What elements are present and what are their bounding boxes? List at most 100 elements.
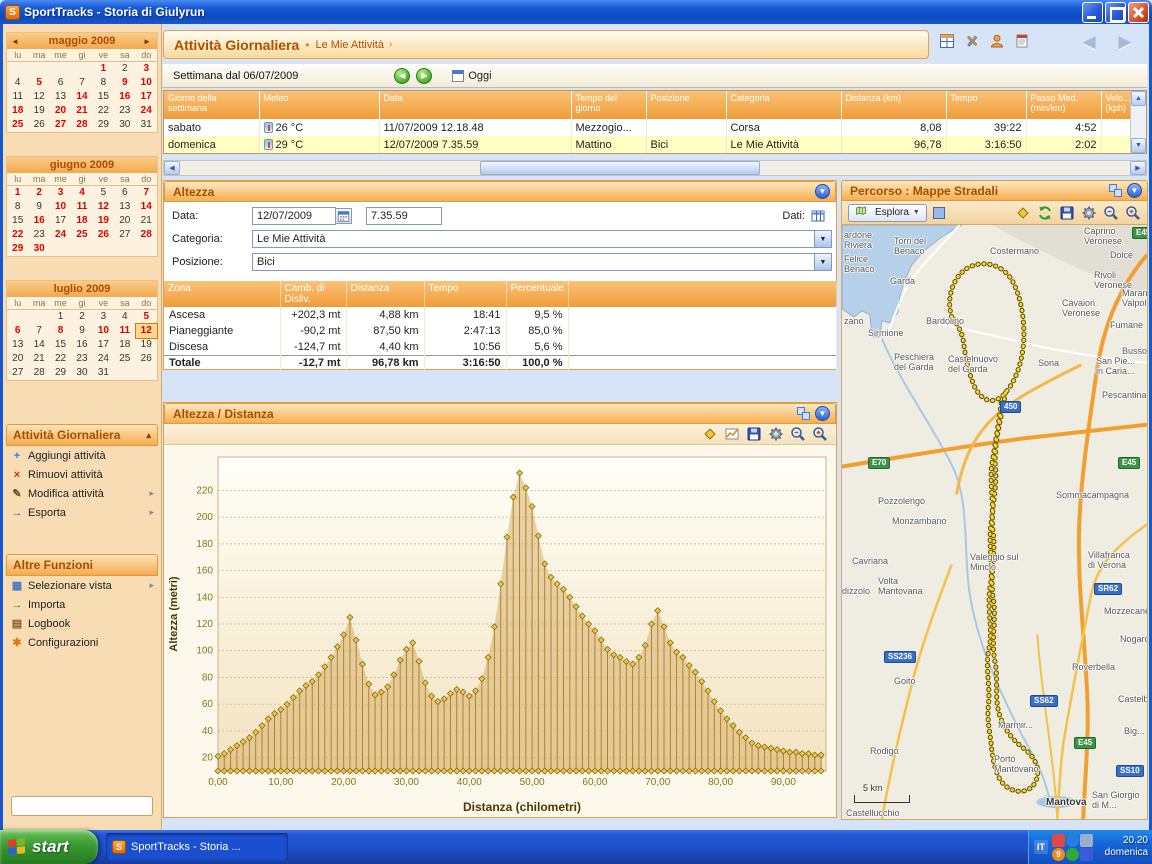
map-canvas[interactable] <box>842 225 1147 819</box>
collapse-button[interactable]: ▼ <box>815 184 830 199</box>
zoom-in-icon[interactable] <box>1125 205 1141 221</box>
calendar-day-10[interactable]: 10 <box>136 76 157 90</box>
breadcrumb-chevron-icon[interactable]: › <box>389 39 392 50</box>
minimize-button[interactable] <box>1082 1 1103 23</box>
calendar-day-17[interactable]: 17 <box>136 90 157 104</box>
layout-tiles-icon[interactable] <box>797 407 810 420</box>
taskbar-clock[interactable]: 20.20 domenica <box>1105 835 1148 859</box>
sidebar-item-add[interactable]: + Aggiungi attività <box>6 446 158 465</box>
calendar-day-19[interactable]: 19 <box>28 104 49 118</box>
next-week-button[interactable]: ▶ <box>416 67 433 84</box>
calendar-day-27[interactable]: 27 <box>7 366 28 380</box>
calendar-day-12[interactable]: 12 <box>134 323 158 339</box>
calendar-day-11[interactable]: 11 <box>71 200 92 214</box>
calendar-day-20[interactable]: 20 <box>50 104 71 118</box>
calendar-day-28[interactable]: 28 <box>28 366 49 380</box>
calendar-day-12[interactable]: 12 <box>28 90 49 104</box>
time-field[interactable]: 7.35.59 <box>366 207 442 225</box>
daily-view-icon[interactable] <box>939 33 955 49</box>
calendar-prev-icon[interactable]: ◄ <box>11 37 21 46</box>
settings-gear-icon[interactable] <box>1081 205 1097 221</box>
tray-icon-2[interactable] <box>1066 833 1079 847</box>
calendar-day-26[interactable]: 26 <box>28 118 49 132</box>
calendar-day-30[interactable]: 30 <box>28 242 49 256</box>
calendar-day-15[interactable]: 15 <box>50 338 71 352</box>
calendar-day-15[interactable]: 15 <box>7 214 28 228</box>
calendar-day-24[interactable]: 24 <box>136 104 157 118</box>
calendar-day-8[interactable]: 8 <box>93 76 114 90</box>
column-header[interactable]: Categoria <box>726 91 842 119</box>
column-header[interactable]: Passo Med. (min/km) <box>1026 91 1102 119</box>
calendar-day-18[interactable]: 18 <box>7 104 28 118</box>
calendar-day-24[interactable]: 24 <box>50 228 71 242</box>
calendar-day-18[interactable]: 18 <box>114 338 135 352</box>
calendar-day-26[interactable]: 26 <box>136 352 157 366</box>
layout-tiles-icon[interactable] <box>1109 184 1122 197</box>
calendar-day-16[interactable]: 16 <box>71 338 92 352</box>
calendar-day-2[interactable]: 2 <box>28 186 49 200</box>
esplora-button[interactable]: Esplora ▼ <box>848 203 927 222</box>
calendar-day-18[interactable]: 18 <box>71 214 92 228</box>
back-arrow-button[interactable]: ◄ <box>1073 30 1105 56</box>
marker-diamond-icon[interactable] <box>1015 205 1031 221</box>
date-picker-icon[interactable] <box>336 208 352 224</box>
activity-row-sabato[interactable]: sabato 26 °C 11/07/2009 12.18.48 Mezzogio..… <box>164 119 1133 136</box>
calendar-day-6[interactable]: 6 <box>50 76 71 90</box>
calendar-day-5[interactable]: 5 <box>136 310 157 324</box>
settings-gear-icon[interactable] <box>768 426 784 442</box>
calendar-day-8[interactable]: 8 <box>50 324 71 338</box>
language-indicator[interactable]: IT <box>1034 840 1048 854</box>
column-header[interactable]: Tempo <box>946 91 1027 119</box>
calendar-day-11[interactable]: 11 <box>114 324 135 338</box>
sidebar-panel-title[interactable]: Altre Funzioni <box>6 554 158 576</box>
scroll-left-button[interactable]: ◀ <box>164 161 180 175</box>
calendar-day-9[interactable]: 9 <box>114 76 135 90</box>
close-button[interactable] <box>1128 1 1149 23</box>
calendar-day-21[interactable]: 21 <box>71 104 92 118</box>
calendar-day-22[interactable]: 22 <box>7 228 28 242</box>
calendar-day-6[interactable]: 6 <box>7 324 28 338</box>
calendar-day-29[interactable]: 29 <box>50 366 71 380</box>
column-header[interactable]: Data <box>379 91 572 119</box>
calendar-day-31[interactable]: 31 <box>136 118 157 132</box>
calendar-day-14[interactable]: 14 <box>28 338 49 352</box>
column-header[interactable]: Meteo <box>259 91 380 119</box>
sidebar-item-view[interactable]: ▦ Selezionare vista ▸ <box>6 576 158 595</box>
calendar-day-7[interactable]: 7 <box>28 324 49 338</box>
categoria-dropdown[interactable]: Le Mie Attività ▼ <box>252 230 832 248</box>
scroll-up-button[interactable]: ▲ <box>1131 91 1146 106</box>
calendar-day-2[interactable]: 2 <box>71 310 92 324</box>
tray-icon-6[interactable] <box>1080 847 1093 861</box>
calendar-day-7[interactable]: 7 <box>71 76 92 90</box>
calendar-day-13[interactable]: 13 <box>114 200 135 214</box>
refresh-icon[interactable] <box>1037 205 1053 221</box>
calendar-day-9[interactable]: 9 <box>71 324 92 338</box>
calendar-day-20[interactable]: 20 <box>114 214 135 228</box>
chevron-down-icon[interactable]: ▼ <box>814 254 831 270</box>
marker-diamond-icon[interactable] <box>702 426 718 442</box>
selection-mode-icon[interactable] <box>932 206 945 219</box>
previous-week-button[interactable]: ◀ <box>394 67 411 84</box>
sidebar-item-settings[interactable]: ✱ Configurazioni <box>6 633 158 652</box>
calendar-day-4[interactable]: 4 <box>114 310 135 324</box>
elevation-chart[interactable]: 20 40 60 80 100 120 140 160 180 200 220 0,00 10,00 20… <box>164 445 836 817</box>
tray-icon-3[interactable] <box>1080 833 1093 847</box>
calendar-day-31[interactable]: 31 <box>93 366 114 380</box>
calendar-day-28[interactable]: 28 <box>136 228 157 242</box>
sidebar-item-remove[interactable]: × Rimuovi attività <box>6 465 158 484</box>
calendar-day-22[interactable]: 22 <box>93 104 114 118</box>
calendar-day-22[interactable]: 22 <box>50 352 71 366</box>
zoom-out-icon[interactable] <box>790 426 806 442</box>
calendar-day-30[interactable]: 30 <box>71 366 92 380</box>
calendar-day-25[interactable]: 25 <box>114 352 135 366</box>
scroll-right-button[interactable]: ▶ <box>1130 161 1146 175</box>
calendar-day-27[interactable]: 27 <box>114 228 135 242</box>
calendar-day-23[interactable]: 23 <box>28 228 49 242</box>
taskbar-item-sporttracks[interactable]: S SportTracks - Storia ... <box>106 833 288 861</box>
calendar-day-6[interactable]: 6 <box>114 186 135 200</box>
calendar-day-17[interactable]: 17 <box>93 338 114 352</box>
calendar-day-21[interactable]: 21 <box>28 352 49 366</box>
calendar-day-10[interactable]: 10 <box>93 324 114 338</box>
sidebar-item-export[interactable]: → Esporta ▸ <box>6 503 158 522</box>
tray-icon-5[interactable] <box>1066 847 1079 861</box>
